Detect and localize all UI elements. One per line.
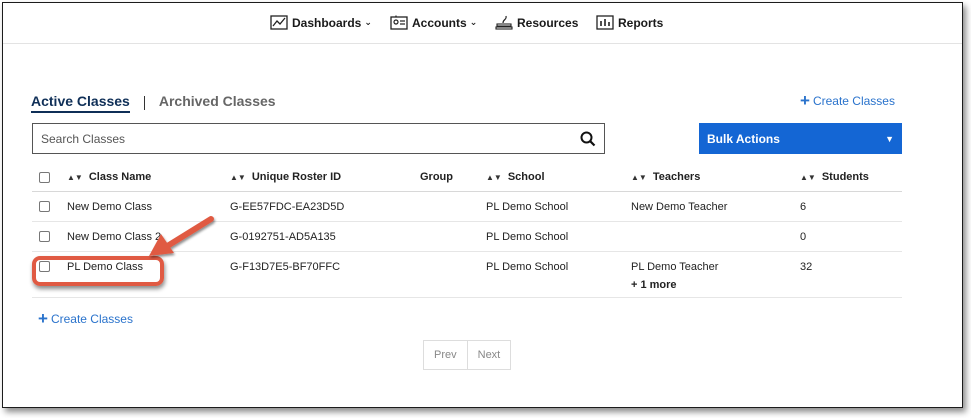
app-window: Dashboards ⌄ Accounts ⌄ Resources Report… [2,2,963,408]
annotation-arrow-icon [149,216,214,256]
